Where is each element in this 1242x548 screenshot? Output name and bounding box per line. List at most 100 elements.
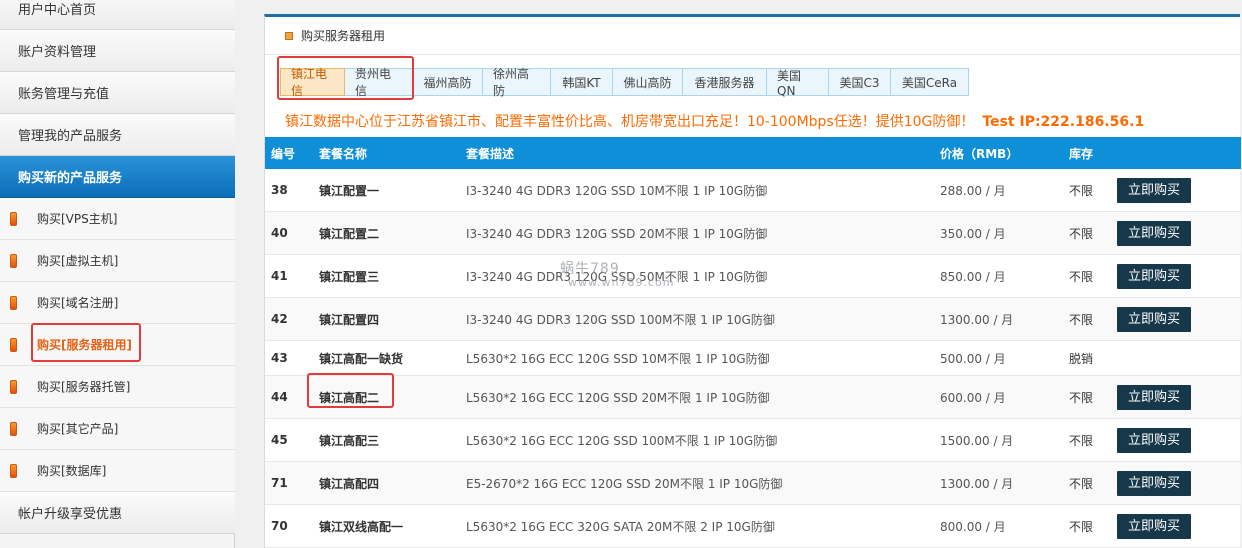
tab-foshan-ddos[interactable]: 佛山高防 [613,68,683,96]
cell-name: 镇江配置一 [319,183,380,198]
sidebar-subitem-database[interactable]: 购买[数据库] [0,450,235,492]
cell-price: 1500.00 / 月 [940,433,1014,448]
sidebar-subitem-server-hosting[interactable]: 购买[服务器托管] [0,366,235,408]
cell-stock: 不限 [1069,226,1094,241]
cell-stock: 不限 [1069,390,1094,405]
cell-price: 350.00 / 月 [940,226,1006,241]
orange-bullet-icon [10,463,17,478]
panel-header: 购买服务器租用 [265,17,1241,55]
sidebar-item-user-center-home[interactable]: 用户中心首页 [0,0,235,30]
cell-stock: 不限 [1069,519,1094,534]
notice-text: 镇江数据中心位于江苏省镇江市、配置丰富性价比高、机房带宽出口充足！10-100M… [285,114,975,130]
buy-now-button[interactable]: 立即购买 [1117,513,1191,539]
cell-id: 40 [271,226,288,240]
sidebar-subitem-server-rental[interactable]: 购买[服务器租用] [0,324,235,366]
buy-now-button[interactable]: 立即购买 [1117,263,1191,289]
header-id: 编号 [271,146,296,161]
cell-name: 镇江双线高配一 [319,519,404,534]
plans-table: 编号 套餐名称 套餐描述 价格（RMB） 库存 38 镇江配置一 I3-3240… [265,137,1241,548]
cell-price: 850.00 / 月 [940,269,1006,284]
cell-name: 镇江配置四 [319,312,380,327]
cell-desc: L5630*2 16G ECC 320G SATA 20M不限 2 IP 10G… [466,519,775,534]
cell-desc: I3-3240 4G DDR3 120G SSD 100M不限 1 IP 10G… [466,312,775,327]
watermark-line1: 蜗牛789 [560,261,620,277]
buy-now-button[interactable]: 立即购买 [1117,427,1191,453]
table-row: 43 镇江高配一缺货 L5630*2 16G ECC 120G SSD 10M不… [265,341,1241,376]
table-row: 71 镇江高配四 E5-2670*2 16G ECC 120G SSD 20M不… [265,462,1241,505]
cell-id: 45 [271,433,288,447]
table-row: 70 镇江双线高配一 L5630*2 16G ECC 320G SATA 20M… [265,505,1241,548]
cell-price: 600.00 / 月 [940,390,1006,405]
cell-desc: I3-3240 4G DDR3 120G SSD 20M不限 1 IP 10G防… [466,226,768,241]
cell-name: 镇江高配一缺货 [319,351,404,366]
cell-stock: 不限 [1069,183,1094,198]
watermark-line2: www.wn789.com [568,276,675,289]
cell-price: 1300.00 / 月 [940,476,1014,491]
buy-now-button[interactable]: 立即购买 [1117,177,1191,203]
tab-guizhou-telecom[interactable]: 贵州电信 [345,67,413,98]
datacenter-notice: 镇江数据中心位于江苏省镇江市、配置丰富性价比高、机房带宽出口充足！10-100M… [285,111,1235,131]
sidebar-subitem-domain[interactable]: 购买[域名注册] [0,282,235,324]
cell-price: 1300.00 / 月 [940,312,1014,327]
sidebar-subitem-label: 购买[服务器托管] [37,380,131,394]
cell-stock: 脱销 [1069,351,1094,366]
sidebar-item-account-profile[interactable]: 账户资料管理 [0,30,235,72]
sidebar-item-upgrade[interactable]: 帐户升级享受优惠 [0,492,235,534]
orange-bullet-icon [10,211,17,226]
sidebar-subitem-label: 购买[其它产品] [37,422,119,436]
buy-now-button[interactable]: 立即购买 [1117,470,1191,496]
sidebar-subitem-virtual-host[interactable]: 购买[虚拟主机] [0,240,235,282]
tab-xuzhou-ddos[interactable]: 徐州高防 [483,67,551,98]
cell-desc: L5630*2 16G ECC 120G SSD 100M不限 1 IP 10G… [466,433,778,448]
cell-stock: 不限 [1069,312,1094,327]
tab-fuzhou-ddos[interactable]: 福州高防 [413,68,483,96]
cell-name: 镇江高配三 [319,433,380,448]
sidebar-subitem-label: 购买[域名注册] [37,296,119,310]
cell-price: 500.00 / 月 [940,351,1006,366]
cell-stock: 不限 [1069,269,1094,284]
cell-name: 镇江配置二 [319,226,380,241]
sidebar-subitem-label: 购买[虚拟主机] [37,254,119,268]
cell-id: 71 [271,476,288,490]
cell-price: 800.00 / 月 [940,519,1006,534]
cell-id: 42 [271,312,288,326]
sidebar-subitem-label: 购买[服务器租用] [37,338,132,352]
sidebar-item-billing[interactable]: 账务管理与充值 [0,72,235,114]
cell-price: 288.00 / 月 [940,183,1006,198]
table-row: 42 镇江配置四 I3-3240 4G DDR3 120G SSD 100M不限… [265,298,1241,341]
cell-stock: 不限 [1069,433,1094,448]
header-stock: 库存 [1069,146,1094,161]
orange-bullet-icon [10,421,17,436]
tab-us-cera[interactable]: 美国CeRa [891,68,969,96]
orange-bullet-icon [10,253,17,268]
sidebar-subitem-vps[interactable]: 购买[VPS主机] [0,198,235,240]
buy-now-button[interactable]: 立即购买 [1117,384,1191,410]
sidebar-subitem-other[interactable]: 购买[其它产品] [0,408,235,450]
cell-desc: E5-2670*2 16G ECC 120G SSD 20M不限 1 IP 10… [466,476,783,491]
sidebar-item-label: 帐户升级享受优惠 [18,507,123,522]
sidebar-item-label: 管理我的产品服务 [18,129,123,144]
tab-us-qn[interactable]: 美国QN [767,68,829,98]
table-row: 44 镇江高配二 L5630*2 16G ECC 120G SSD 20M不限 … [265,376,1241,419]
table-header: 编号 套餐名称 套餐描述 价格（RMB） 库存 [265,137,1241,169]
tab-us-c3[interactable]: 美国C3 [829,68,891,96]
tab-zhenjiang-telecom[interactable]: 镇江电信 [280,67,345,98]
buy-now-button[interactable]: 立即购买 [1117,220,1191,246]
cell-id: 43 [271,351,288,365]
sidebar-subitem-label: 购买[数据库] [37,464,107,478]
test-ip: Test IP:222.186.56.1 [982,114,1145,130]
tab-korea-kt[interactable]: 韩国KT [551,68,613,96]
buy-now-button[interactable]: 立即购买 [1117,306,1191,332]
sidebar-item-label: 账务管理与充值 [18,87,110,102]
sidebar-item-label: 购买新的产品服务 [18,171,123,186]
sidebar-item-label: 账户资料管理 [18,45,97,60]
cell-name: 镇江高配四 [319,476,380,491]
square-bullet-icon [285,31,293,40]
sidebar: 用户中心首页 账户资料管理 账务管理与充值 管理我的产品服务 购买新的产品服务 … [0,0,235,548]
tab-hongkong-server[interactable]: 香港服务器 [683,68,767,96]
panel-title: 购买服务器租用 [301,29,386,43]
cell-stock: 不限 [1069,476,1094,491]
sidebar-item-buy-products[interactable]: 购买新的产品服务 [0,156,235,198]
cell-id: 41 [271,269,288,283]
sidebar-item-manage-products[interactable]: 管理我的产品服务 [0,114,235,156]
